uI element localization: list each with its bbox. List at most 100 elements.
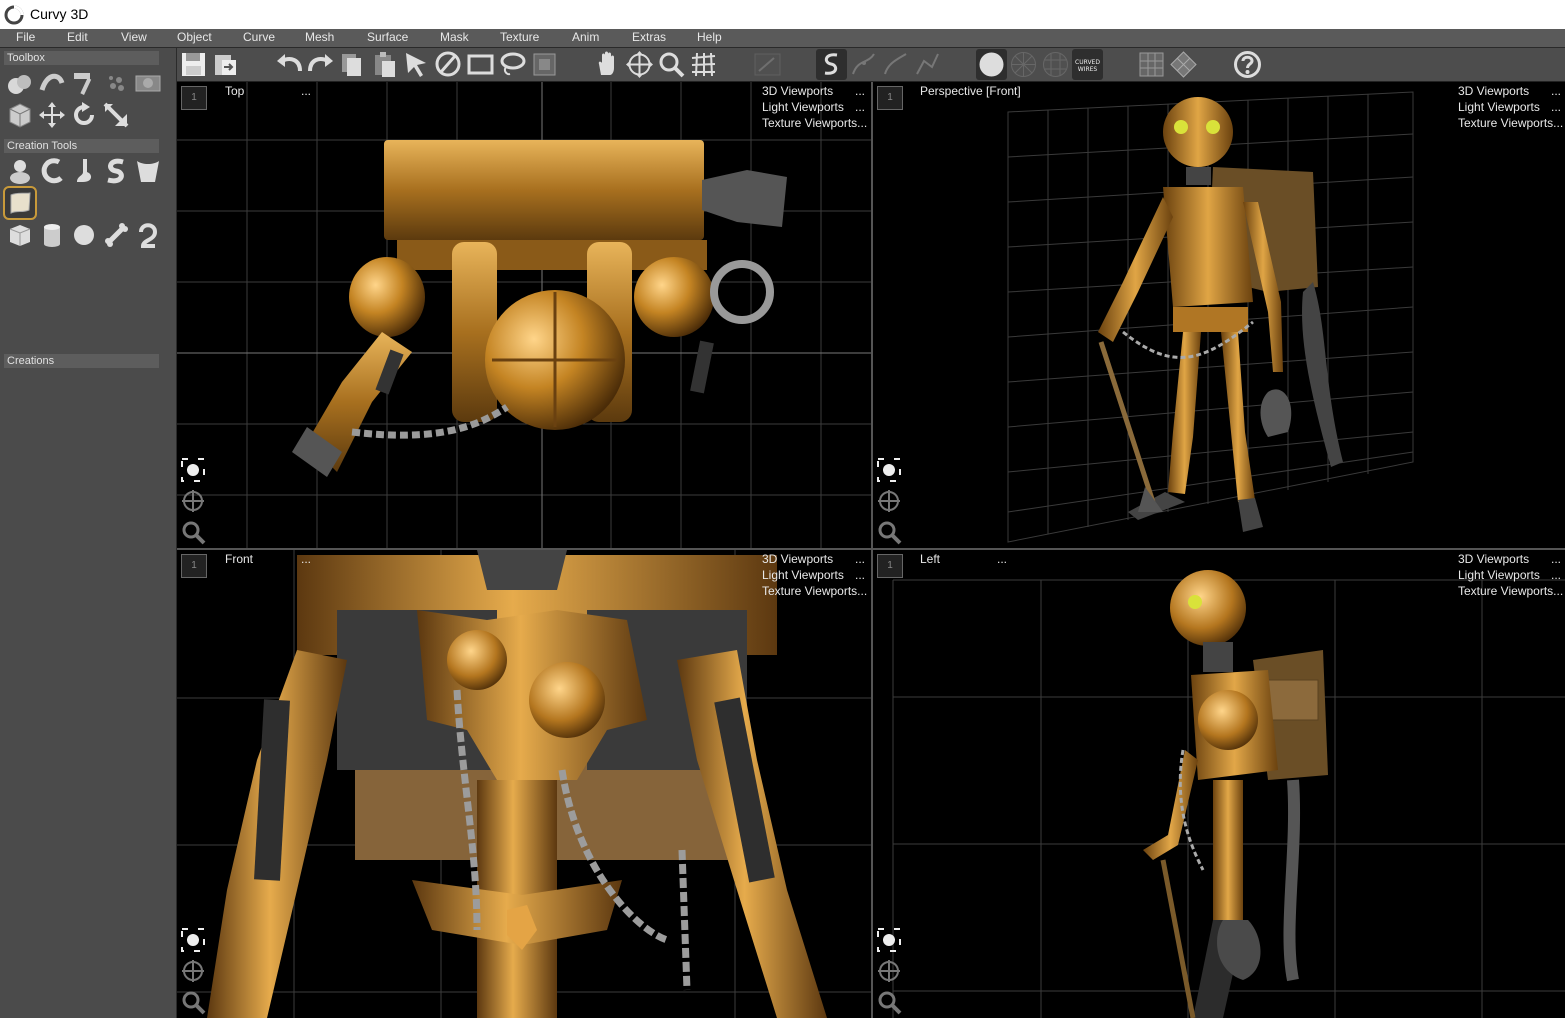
rotate-tool-icon[interactable] [69, 100, 99, 130]
viewport-number[interactable]: 1 [877, 86, 903, 110]
viewport-title[interactable]: Left [920, 552, 940, 566]
sweep-tool-icon[interactable] [101, 156, 131, 186]
menu-surface[interactable]: Surface [367, 30, 408, 44]
link-ellipsis[interactable]: ... [1551, 552, 1561, 566]
edit-curve-icon[interactable] [752, 49, 783, 80]
curve-smooth-icon[interactable] [880, 49, 911, 80]
cube-primitive-icon[interactable] [5, 220, 35, 250]
deselect-icon[interactable] [433, 49, 464, 80]
help-icon[interactable] [1232, 49, 1263, 80]
orbit-icon[interactable] [180, 457, 206, 483]
orbit-icon[interactable] [876, 927, 902, 953]
save-icon[interactable] [178, 49, 209, 80]
link-3d-viewports[interactable]: 3D Viewports [1458, 84, 1529, 98]
copy-icon[interactable] [337, 49, 368, 80]
rect-select-icon[interactable] [465, 49, 496, 80]
viewport-front[interactable]: 1 Front ... 3D Viewports ... Light Viewp… [177, 550, 871, 1018]
orbit-icon[interactable] [876, 457, 902, 483]
link-ellipsis[interactable]: ... [1551, 100, 1561, 114]
menu-view[interactable]: View [121, 30, 147, 44]
hammer-tool-icon[interactable] [69, 68, 99, 98]
menu-mesh[interactable]: Mesh [305, 30, 334, 44]
curve-tool-icon[interactable] [37, 156, 67, 186]
menu-object[interactable]: Object [177, 30, 212, 44]
viewport-number[interactable]: 1 [877, 554, 903, 578]
shade-smooth-icon[interactable] [976, 49, 1007, 80]
viewport-perspective[interactable]: 1 Perspective [Front] 3D Viewports ... L… [873, 82, 1565, 548]
viewport-number[interactable]: 1 [181, 86, 207, 110]
menu-file[interactable]: File [16, 30, 35, 44]
bone-primitive-icon[interactable] [101, 220, 131, 250]
pan-hand-icon[interactable] [592, 49, 623, 80]
curve-draw-icon[interactable] [816, 49, 847, 80]
curve-sharp-icon[interactable] [912, 49, 943, 80]
import-icon[interactable] [210, 49, 241, 80]
shade-wire-icon[interactable] [1008, 49, 1039, 80]
viewport-number[interactable]: 1 [181, 554, 207, 578]
lasso-select-icon[interactable] [497, 49, 528, 80]
spray-tool-icon[interactable] [101, 68, 131, 98]
boolean-tool-icon[interactable] [5, 68, 35, 98]
tube-primitive-icon[interactable] [133, 220, 163, 250]
curve-point-icon[interactable] [848, 49, 879, 80]
pan-view-icon[interactable] [180, 488, 206, 514]
viewport-splitter-horizontal[interactable] [177, 548, 1565, 550]
lathe-tool-icon[interactable] [69, 156, 99, 186]
link-ellipsis[interactable]: ... [1551, 84, 1561, 98]
menu-extras[interactable]: Extras [632, 30, 666, 44]
redo-icon[interactable] [305, 49, 336, 80]
menu-help[interactable]: Help [697, 30, 722, 44]
viewport-top[interactable]: 1 Top ... 3D Viewports ... Light Viewpor… [177, 82, 871, 548]
link-ellipsis[interactable]: ... [855, 84, 865, 98]
link-light-viewports[interactable]: Light Viewports [762, 100, 844, 114]
link-ellipsis[interactable]: ... [855, 568, 865, 582]
link-light-viewports[interactable]: Light Viewports [1458, 100, 1540, 114]
menu-anim[interactable]: Anim [572, 30, 599, 44]
link-ellipsis[interactable]: ... [855, 100, 865, 114]
link-ellipsis[interactable]: ... [855, 552, 865, 566]
scale-tool-icon[interactable] [101, 100, 131, 130]
zoom-view-icon[interactable] [180, 519, 206, 545]
viewport-menu-dots[interactable]: ... [301, 84, 311, 98]
undo-icon[interactable] [274, 49, 305, 80]
zoom-view-icon[interactable] [876, 519, 902, 545]
pan-view-icon[interactable] [876, 488, 902, 514]
menu-mask[interactable]: Mask [440, 30, 469, 44]
viewport-left[interactable]: 1 Left ... 3D Viewports ... Light Viewpo… [873, 550, 1565, 1018]
link-texture-viewports[interactable]: Texture Viewports... [762, 116, 867, 130]
curved-wires-button[interactable]: CURVED WIRES [1072, 49, 1103, 80]
extrude-tool-icon[interactable] [133, 156, 163, 186]
zoom-view-icon[interactable] [180, 989, 206, 1015]
cylinder-primitive-icon[interactable] [37, 220, 67, 250]
viewport-splitter-vertical[interactable] [871, 82, 873, 1018]
viewport-title[interactable]: Top [225, 84, 244, 98]
zoom-view-icon[interactable] [876, 989, 902, 1015]
link-3d-viewports[interactable]: 3D Viewports [762, 552, 833, 566]
pan-view-icon[interactable] [876, 958, 902, 984]
mask-select-icon[interactable] [529, 49, 560, 80]
menu-texture[interactable]: Texture [500, 30, 539, 44]
zoom-icon[interactable] [656, 49, 687, 80]
link-texture-viewports[interactable]: Texture Viewports... [1458, 584, 1563, 598]
view-iso-icon[interactable] [1168, 49, 1199, 80]
view-grid-icon[interactable] [1136, 49, 1167, 80]
viewport-menu-dots[interactable]: ... [997, 552, 1007, 566]
paste-icon[interactable] [369, 49, 400, 80]
link-ellipsis[interactable]: ... [1551, 568, 1561, 582]
menu-curve[interactable]: Curve [243, 30, 275, 44]
move-tool-icon[interactable] [37, 100, 67, 130]
orbit-icon[interactable] [180, 927, 206, 953]
cube-select-icon[interactable] [5, 100, 35, 130]
bend-tool-icon[interactable] [37, 68, 67, 98]
link-3d-viewports[interactable]: 3D Viewports [762, 84, 833, 98]
image-tool-icon[interactable] [133, 68, 163, 98]
link-light-viewports[interactable]: Light Viewports [1458, 568, 1540, 582]
sheet-tool-icon[interactable] [3, 186, 37, 220]
viewport-title[interactable]: Perspective [Front] [920, 84, 1021, 98]
sphere-primitive-icon[interactable] [69, 220, 99, 250]
blob-tool-icon[interactable] [5, 156, 35, 186]
shade-flat-wire-icon[interactable] [1040, 49, 1071, 80]
select-arrow-icon[interactable] [401, 49, 432, 80]
move-view-icon[interactable] [624, 49, 655, 80]
link-texture-viewports[interactable]: Texture Viewports... [762, 584, 867, 598]
